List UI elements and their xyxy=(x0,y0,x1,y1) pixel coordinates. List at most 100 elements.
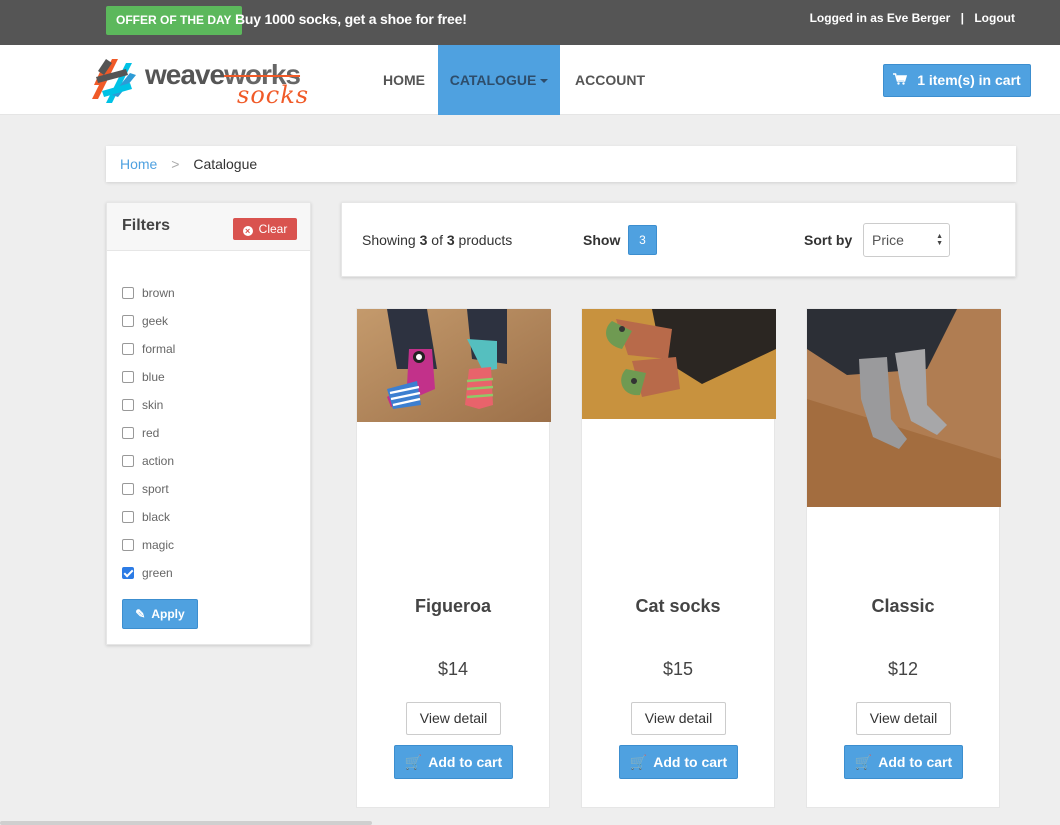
breadcrumb: Home > Catalogue xyxy=(106,146,1016,182)
breadcrumb-separator: > xyxy=(171,156,180,172)
product-name[interactable]: Figueroa xyxy=(357,596,549,617)
cart-icon: 🛒 xyxy=(404,754,423,770)
add-to-cart-button[interactable]: 🛒 Add to cart xyxy=(844,745,963,779)
filter-checkbox[interactable] xyxy=(122,315,134,327)
filter-item-black[interactable]: black xyxy=(122,503,175,531)
filter-item-green[interactable]: green xyxy=(122,559,175,587)
nav-home[interactable]: HOME xyxy=(368,45,440,115)
filter-label: blue xyxy=(142,370,165,384)
horizontal-scrollbar[interactable] xyxy=(0,821,372,825)
filter-label: geek xyxy=(142,314,169,328)
filter-item-action[interactable]: action xyxy=(122,447,175,475)
filter-checkbox[interactable] xyxy=(122,343,134,355)
top-bar: OFFER OF THE DAY Buy 1000 socks, get a s… xyxy=(0,0,1060,45)
filter-checkbox[interactable] xyxy=(122,567,134,579)
product-image[interactable] xyxy=(807,309,1001,507)
login-separator: | xyxy=(960,11,964,25)
filter-label: action xyxy=(142,454,175,468)
add-to-cart-button[interactable]: 🛒 Add to cart xyxy=(619,745,738,779)
apply-label: Apply xyxy=(151,607,185,621)
filter-label: skin xyxy=(142,398,164,412)
logout-link[interactable]: Logout xyxy=(974,11,1015,25)
view-detail-button[interactable]: View detail xyxy=(856,702,951,735)
sort-select-value: Price xyxy=(872,232,904,248)
caret-down-icon xyxy=(540,79,549,84)
offer-badge: OFFER OF THE DAY xyxy=(106,6,242,35)
logo-mark-icon xyxy=(92,59,136,103)
add-to-cart-label: Add to cart xyxy=(653,754,728,770)
filter-item-skin[interactable]: skin xyxy=(122,391,175,419)
breadcrumb-current: Catalogue xyxy=(193,156,258,172)
cat-socks-photo xyxy=(582,309,776,419)
filter-checkbox[interactable] xyxy=(122,483,134,495)
clear-label: Clear xyxy=(258,222,288,236)
view-detail-button[interactable]: View detail xyxy=(631,702,726,735)
logged-in-user-link[interactable]: Logged in as Eve Berger xyxy=(810,11,951,25)
filter-list: brown geek formal blue skin red action sport bla… xyxy=(122,279,175,587)
add-to-cart-label: Add to cart xyxy=(428,754,503,770)
filter-item-brown[interactable]: brown xyxy=(122,279,175,307)
cart-icon: 🛒 xyxy=(629,754,648,770)
filters-panel: Filters × Clear brown geek formal blue skin re… xyxy=(106,202,311,645)
filter-item-blue[interactable]: blue xyxy=(122,363,175,391)
product-card: Figueroa $14 View detail 🛒 Add to cart xyxy=(356,308,551,808)
weaveworks-logo[interactable]: weaveworks socks xyxy=(90,55,330,109)
cart-label: 1 item(s) in cart xyxy=(917,72,1021,88)
nav-catalogue-label: CATALOGUE xyxy=(449,72,537,88)
product-name[interactable]: Classic xyxy=(807,596,999,617)
filter-label: magic xyxy=(142,538,175,552)
sort-select[interactable]: Price ▲ ▼ xyxy=(863,223,950,257)
filters-header: Filters × Clear xyxy=(107,203,310,251)
filter-label: green xyxy=(142,566,173,580)
filter-checkbox[interactable] xyxy=(122,371,134,383)
filter-checkbox[interactable] xyxy=(122,427,134,439)
catalogue-info-bar: Showing 3 of 3 products Show 3 Sort by P… xyxy=(341,202,1016,277)
show-label: Show xyxy=(583,232,621,248)
filter-label: formal xyxy=(142,342,176,356)
figueroa-photo xyxy=(357,309,551,422)
filter-item-red[interactable]: red xyxy=(122,419,175,447)
showing-count-text: Showing 3 of 3 products xyxy=(362,232,513,248)
product-image[interactable] xyxy=(357,309,551,422)
sort-label: Sort by xyxy=(804,232,853,248)
pencil-icon: ✎ xyxy=(135,607,146,621)
clear-filters-button[interactable]: × Clear xyxy=(233,218,297,240)
product-card: Classic $12 View detail 🛒 Add to cart xyxy=(806,308,1001,808)
filter-checkbox[interactable] xyxy=(122,539,134,551)
breadcrumb-home[interactable]: Home xyxy=(120,156,157,172)
product-price: $14 xyxy=(437,659,469,679)
select-arrows-icon: ▲ ▼ xyxy=(936,233,943,247)
navbar: weaveworks socks HOME CATALOGUE ACCOUNT … xyxy=(0,45,1060,115)
filter-checkbox[interactable] xyxy=(122,511,134,523)
filter-checkbox[interactable] xyxy=(122,287,134,299)
cart-button[interactable]: 1 item(s) in cart xyxy=(883,64,1031,97)
filter-item-sport[interactable]: sport xyxy=(122,475,175,503)
filter-checkbox[interactable] xyxy=(122,399,134,411)
product-card: Cat socks $15 View detail 🛒 Add to cart xyxy=(581,308,776,808)
filter-item-magic[interactable]: magic xyxy=(122,531,175,559)
filter-label: sport xyxy=(142,482,169,496)
nav-catalogue[interactable]: CATALOGUE xyxy=(438,45,560,115)
nav-account[interactable]: ACCOUNT xyxy=(560,45,660,115)
offer-text: Buy 1000 socks, get a shoe for free! xyxy=(235,11,467,27)
filter-checkbox[interactable] xyxy=(122,455,134,467)
times-circle-icon: × xyxy=(242,226,253,236)
cart-icon: 🛒 xyxy=(854,754,873,770)
add-to-cart-button[interactable]: 🛒 Add to cart xyxy=(394,745,513,779)
cart-icon xyxy=(893,73,908,85)
add-to-cart-label: Add to cart xyxy=(878,754,953,770)
filters-title: Filters xyxy=(122,217,171,234)
view-detail-button[interactable]: View detail xyxy=(406,702,501,735)
login-area: Logged in as Eve Berger | Logout xyxy=(810,11,1015,25)
filter-label: red xyxy=(142,426,160,440)
product-name[interactable]: Cat socks xyxy=(582,596,774,617)
filter-label: brown xyxy=(142,286,175,300)
show-count-button[interactable]: 3 xyxy=(628,225,657,255)
product-image[interactable] xyxy=(582,309,776,419)
apply-filters-button[interactable]: ✎ Apply xyxy=(122,599,198,629)
filter-item-geek[interactable]: geek xyxy=(122,307,175,335)
filter-item-formal[interactable]: formal xyxy=(122,335,175,363)
classic-photo xyxy=(807,309,1001,507)
product-price: $15 xyxy=(662,659,694,679)
filter-label: black xyxy=(142,510,171,524)
